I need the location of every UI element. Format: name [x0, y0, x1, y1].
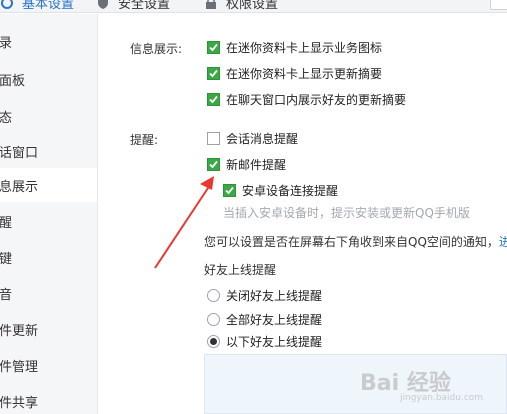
sidebar-item-label: 热键	[0, 251, 13, 267]
sidebar-item-file-sharing[interactable]: 文件共享	[0, 384, 97, 414]
sidebar-item-label: 文件管理	[0, 359, 39, 375]
sidebar-item-label: 状态	[0, 110, 13, 126]
tab-permission-settings[interactable]: 权限设置	[204, 0, 279, 12]
sidebar-item-login[interactable]: 登录	[0, 24, 97, 58]
sidebar-item-chat-window[interactable]: 会话窗口	[0, 134, 97, 168]
search-input[interactable]	[490, 0, 507, 10]
option-label: 会话消息提醒	[226, 131, 299, 146]
checkbox-unchecked[interactable]	[207, 131, 220, 145]
tab-security-settings-label: 安全设置	[118, 0, 171, 12]
sidebar-item-label: 提醒	[0, 215, 13, 231]
sidebar-item-label: 登录	[0, 35, 13, 51]
checkbox-checked[interactable]	[207, 92, 220, 106]
sidebar-item-file-management[interactable]: 文件管理	[0, 348, 97, 382]
option-label: 关闭好友上线提醒	[226, 288, 323, 303]
sidebar-item-label: 信息展示	[0, 179, 39, 195]
qzone-notice-text: 您可以设置是否在屏幕右下角收到来自QQ空间的通知，	[204, 235, 499, 249]
tab-permission-settings-label: 权限设置	[226, 0, 279, 12]
option-label: 新邮件提醒	[226, 157, 287, 172]
sidebar-item-info-display[interactable]: 信息展示	[0, 168, 97, 202]
radio-button-selected[interactable]	[207, 334, 220, 348]
option-chat-friend-summary[interactable]: 在聊天窗口内展示好友的更新摘要	[207, 90, 406, 108]
sidebar-item-label: 声音	[0, 287, 13, 303]
reminder-label: 提醒:	[130, 133, 159, 147]
android-hint-text: 当插入安卓设备时，提示安装或更新QQ手机版	[223, 206, 470, 220]
radio-disable-friend-online[interactable]: 关闭好友上线提醒	[207, 286, 322, 304]
radio-selected-friends-online[interactable]: 以下好友上线提醒	[207, 332, 322, 350]
option-label: 在迷你资料卡上显示更新摘要	[226, 66, 383, 81]
option-show-business-icons[interactable]: 在迷你资料卡上显示业务图标	[207, 38, 382, 56]
tab-security-settings[interactable]: 安全设置	[96, 0, 171, 12]
checkbox-checked[interactable]	[207, 157, 220, 171]
option-label: 在聊天窗口内展示好友的更新摘要	[226, 92, 407, 107]
settings-tab-bar: 基本设置 安全设置 权限设置	[0, 0, 507, 13]
checkbox-checked[interactable]	[207, 66, 220, 80]
sidebar-item-status[interactable]: 状态	[0, 99, 97, 133]
watermark-sub-text: jingyan.baidu.com	[400, 393, 484, 403]
baidu-watermark-logo: Bai 经验 jingyan.baidu.com	[360, 365, 483, 403]
option-show-update-summary[interactable]: 在迷你资料卡上显示更新摘要	[207, 64, 382, 82]
option-new-mail-reminder[interactable]: 新邮件提醒	[207, 155, 286, 173]
settings-icon	[0, 0, 14, 10]
option-label: 以下好友上线提醒	[226, 334, 323, 349]
settings-content: 信息展示: 在迷你资料卡上显示业务图标 在迷你资料卡上显示更新摘要 在聊天窗口内…	[99, 14, 507, 414]
sidebar-item-label: 文件共享	[0, 395, 39, 411]
checkbox-checked[interactable]	[223, 183, 236, 197]
sidebar-item-label: 会话窗口	[0, 145, 39, 161]
sidebar-item-main-panel[interactable]: 主面板	[0, 62, 97, 96]
sidebar-item-reminder[interactable]: 提醒	[0, 204, 97, 238]
checkbox-checked[interactable]	[207, 40, 220, 54]
qzone-settings-link[interactable]: 进	[499, 235, 507, 249]
radio-button[interactable]	[207, 288, 220, 302]
radio-all-friends-online[interactable]: 全部好友上线提醒	[207, 310, 322, 328]
sidebar-item-hotkeys[interactable]: 热键	[0, 240, 97, 274]
shield-icon	[96, 0, 110, 10]
option-android-connect-reminder[interactable]: 安卓设备连接提醒	[223, 181, 338, 199]
settings-sidebar: 登录 主面板 状态 会话窗口 信息展示 提醒 热键 声音 软件更新 文件管理 文…	[0, 14, 98, 414]
option-chat-message-reminder[interactable]: 会话消息提醒	[207, 129, 298, 147]
option-label: 安卓设备连接提醒	[242, 183, 339, 198]
option-label: 全部好友上线提醒	[226, 312, 323, 327]
lock-icon	[204, 0, 218, 10]
qzone-notice: 您可以设置是否在屏幕右下角收到来自QQ空间的通知，进	[204, 233, 507, 250]
tab-basic-settings-label: 基本设置	[22, 0, 75, 12]
tab-basic-settings[interactable]: 基本设置	[0, 0, 75, 12]
option-label: 在迷你资料卡上显示业务图标	[226, 40, 383, 55]
sidebar-item-sound[interactable]: 声音	[0, 276, 97, 310]
sidebar-item-label: 主面板	[0, 73, 26, 89]
info-display-label: 信息展示:	[130, 42, 183, 56]
sidebar-item-software-update[interactable]: 软件更新	[0, 312, 97, 346]
friend-online-title: 好友上线提醒	[204, 263, 277, 277]
sidebar-item-label: 软件更新	[0, 323, 39, 339]
radio-button[interactable]	[207, 312, 220, 326]
